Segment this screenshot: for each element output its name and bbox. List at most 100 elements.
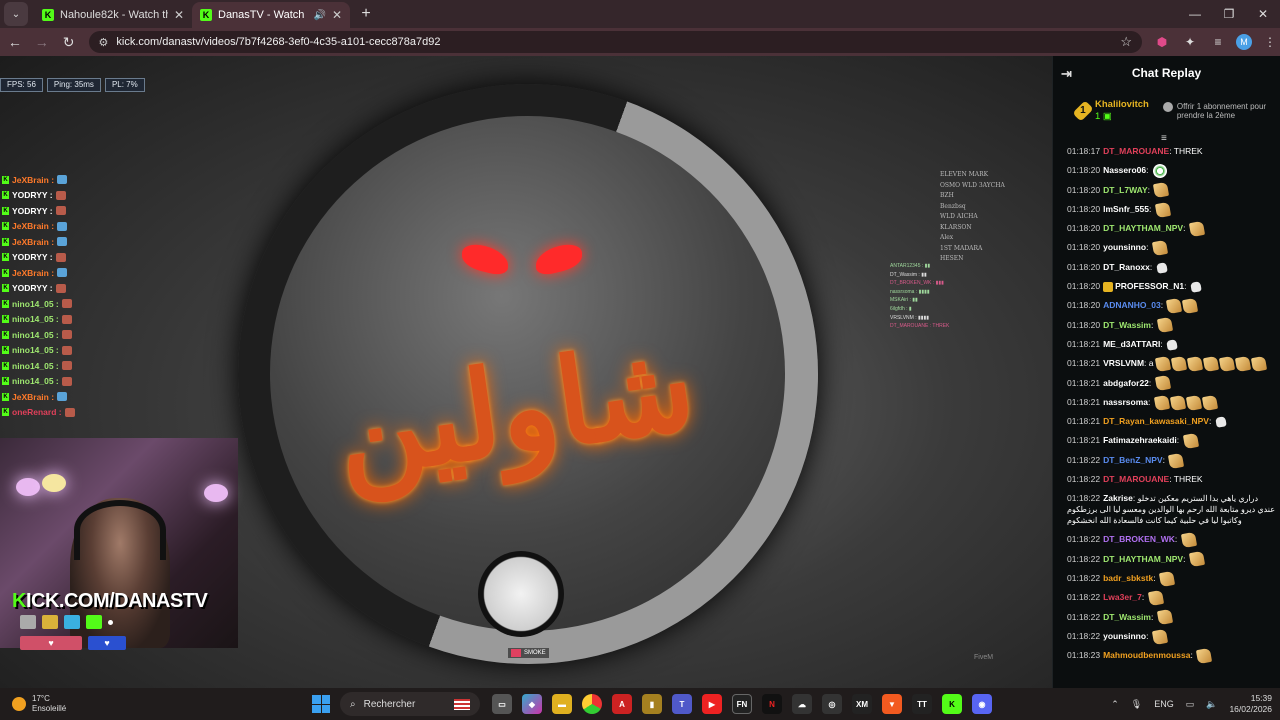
chat-username[interactable]: nassrsoma xyxy=(1103,397,1148,407)
app-icon[interactable]: ▮ xyxy=(642,694,662,714)
chat-username[interactable]: DT_Rayan_kawasaki_NPV xyxy=(1103,416,1209,426)
rank-number: 1 xyxy=(1080,105,1086,116)
kick-small-icon xyxy=(86,615,102,629)
overlay-chat-row: K YODRYY : xyxy=(2,203,75,219)
app-icon[interactable]: ◎ xyxy=(822,694,842,714)
netflix-icon[interactable]: N xyxy=(762,694,782,714)
tab-search-button[interactable]: ⌄ xyxy=(4,2,28,26)
team-member-list: ELEVEN MARK OSMO WLD 3AYCHA BZH Benzbsq WLD … xyxy=(940,170,1005,265)
extensions-puzzle-icon[interactable]: ✦ xyxy=(1180,35,1200,49)
cloud-icon xyxy=(64,615,80,629)
volume-icon[interactable]: 🔈 xyxy=(1206,699,1217,710)
chat-username[interactable]: Mahmoudbenmoussa xyxy=(1103,650,1190,660)
address-bar[interactable]: ⚙ kick.com/danastv/videos/7b7f4268-3ef0-… xyxy=(88,31,1142,53)
copilot-icon[interactable]: ◆ xyxy=(522,694,542,714)
overlay-chat-row: K JeXBrain : xyxy=(2,234,75,250)
site-info-icon[interactable]: ⚙ xyxy=(99,36,109,49)
chat-username[interactable]: DT_Ranoxx xyxy=(1103,262,1150,272)
windows-start-icon[interactable] xyxy=(312,695,330,713)
brave-icon[interactable]: ▼ xyxy=(882,694,902,714)
gift-icon xyxy=(1162,102,1173,112)
minimize-icon[interactable]: — xyxy=(1178,0,1212,28)
chat-emote-icon xyxy=(1190,281,1202,293)
task-view-icon[interactable]: ▭ xyxy=(492,694,512,714)
chat-username[interactable]: DT_Wassim xyxy=(1103,612,1151,622)
chat-username[interactable]: DT_MAROUANE xyxy=(1103,474,1169,484)
chat-username[interactable]: younsinno xyxy=(1103,242,1146,252)
network-icon[interactable]: ▭ xyxy=(1186,699,1195,710)
chat-emote-icon xyxy=(1196,647,1213,664)
chat-username[interactable]: DT_BROKEN_WK xyxy=(1103,534,1175,544)
chat-username[interactable]: DT_HAYTHAM_NPV xyxy=(1103,554,1183,564)
bookmark-star-icon[interactable]: ☆ xyxy=(1120,34,1132,50)
chat-username[interactable]: DT_HAYTHAM_NPV xyxy=(1103,223,1183,233)
close-tab-icon[interactable]: ✕ xyxy=(174,8,184,22)
red-eye-icon xyxy=(536,240,582,278)
team-member-name: HESEN xyxy=(940,255,964,262)
chat-username[interactable]: Nassero06 xyxy=(1103,165,1146,175)
collapse-chat-icon[interactable]: ⇥ xyxy=(1061,66,1072,82)
language-indicator[interactable]: ENG xyxy=(1154,699,1174,709)
chat-username[interactable]: DT_BenZ_NPV xyxy=(1103,455,1163,465)
chat-message: 01:18:22 badr_sbkstk: xyxy=(1067,569,1275,588)
reload-icon[interactable]: ↻ xyxy=(57,34,81,51)
chrome-icon[interactable] xyxy=(582,694,602,714)
new-tab-button[interactable]: + xyxy=(354,2,378,26)
chat-username[interactable]: ME_d3ATTARI xyxy=(1103,339,1160,349)
chat-emote-icon xyxy=(1182,298,1199,315)
chat-username[interactable]: Lwa3er_7 xyxy=(1103,592,1142,602)
forward-arrow-icon[interactable]: → xyxy=(30,34,54,50)
back-arrow-icon[interactable]: ← xyxy=(3,34,27,50)
chat-emote-icon xyxy=(1158,570,1176,587)
fn-app-icon[interactable]: FN xyxy=(732,694,752,714)
chat-message: 01:18:20 DT_Wassim: xyxy=(1067,316,1275,335)
discord-icon[interactable]: ◉ xyxy=(972,694,992,714)
heart-button: ♥ xyxy=(20,636,82,650)
adobe-icon[interactable]: A xyxy=(612,694,632,714)
chat-username[interactable]: Zakrise xyxy=(1103,493,1133,503)
video-player[interactable]: شاولين ELEVEN MARK OSMO WLD 3AYCHA BZH Benz… xyxy=(0,56,1052,688)
restore-icon[interactable]: ❐ xyxy=(1212,0,1246,28)
chat-username[interactable]: ADNANHO_03 xyxy=(1103,300,1161,310)
chat-username[interactable]: PROFESSOR_N1 xyxy=(1115,281,1184,291)
app-icon[interactable]: ☁ xyxy=(792,694,812,714)
support-buttons: ♥ ♥ xyxy=(20,636,126,650)
close-window-icon[interactable]: ✕ xyxy=(1246,0,1280,28)
team-member-name: KLARSON xyxy=(940,223,972,231)
extension-icon[interactable]: ⬢ xyxy=(1152,35,1172,49)
show-hidden-icons[interactable]: ⌃ xyxy=(1111,699,1119,710)
weather-widget[interactable]: 17°C Ensoleillé xyxy=(12,694,312,714)
emote-icon xyxy=(55,283,66,293)
chat-username[interactable]: lmSnfr_555 xyxy=(1103,204,1149,214)
taskbar-search[interactable]: ⌕ Rechercher xyxy=(340,692,480,716)
kick-app-icon[interactable]: K xyxy=(942,694,962,714)
microphone-icon[interactable]: 🎙 xyxy=(1131,699,1142,710)
tab-nahoule[interactable]: K Nahoule82k - Watch the VOD o ✕ xyxy=(34,2,192,28)
chat-username[interactable]: younsinno xyxy=(1103,631,1146,641)
chat-text: a xyxy=(1148,358,1154,369)
chat-username[interactable]: Fatimazehraekaidi xyxy=(1103,435,1177,445)
chat-username[interactable]: VRSLVNM xyxy=(1103,358,1144,368)
profile-avatar[interactable]: M xyxy=(1235,34,1252,50)
file-explorer-icon[interactable]: ▬ xyxy=(552,694,572,714)
media-controls-icon[interactable]: ≡ xyxy=(1208,35,1228,49)
chat-username[interactable]: badr_sbkstk xyxy=(1103,573,1153,583)
xm-icon[interactable]: XM xyxy=(852,694,872,714)
chat-timestamp: 01:18:22 xyxy=(1067,630,1101,641)
youtube-icon[interactable]: ▶ xyxy=(702,694,722,714)
chat-username[interactable]: DT_MAROUANE xyxy=(1103,146,1169,156)
clock[interactable]: 15:39 16/02/2026 xyxy=(1229,693,1272,715)
close-tab-icon[interactable]: ✕ xyxy=(332,8,342,22)
gift-sub-offer[interactable]: Offrir 1 abonnement pour prendre la 2ème xyxy=(1162,102,1272,120)
tab-danastv[interactable]: K DanasTV - Watch the VOD 🔊 ✕ xyxy=(192,2,350,28)
tiktok-icon[interactable]: TT xyxy=(912,694,932,714)
teams-icon[interactable]: T xyxy=(672,694,692,714)
team-member-name: 1ST MADARA xyxy=(940,244,983,252)
audio-playing-icon[interactable]: 🔊 xyxy=(313,10,325,21)
chat-username[interactable]: abdgafor22 xyxy=(1103,378,1149,388)
chat-username[interactable]: DT_L7WAY xyxy=(1103,185,1148,195)
top-gifter-card[interactable]: 1 Khalilovitch 1 ▣ Offrir 1 abonnement p… xyxy=(1053,90,1280,132)
chat-timestamp: 01:18:20 xyxy=(1067,242,1101,253)
chat-username[interactable]: DT_Wassim xyxy=(1103,320,1151,330)
menu-kebab-icon[interactable]: ⋮ xyxy=(1260,35,1280,49)
